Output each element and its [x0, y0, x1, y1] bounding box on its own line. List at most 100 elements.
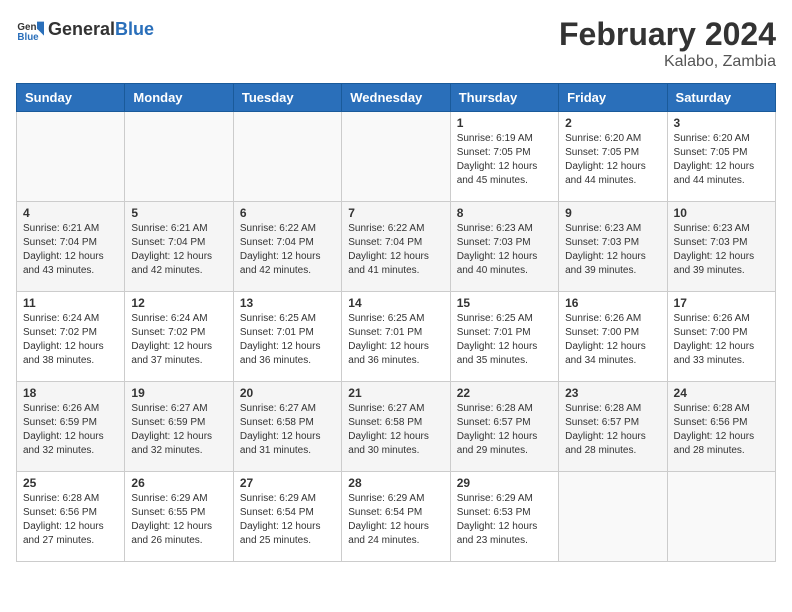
day-number: 8	[457, 206, 552, 220]
calendar-day-cell: 4Sunrise: 6:21 AM Sunset: 7:04 PM Daylig…	[17, 202, 125, 292]
month-year-title: February 2024	[559, 16, 776, 53]
logo: General Blue GeneralBlue	[16, 16, 154, 44]
day-sun-info: Sunrise: 6:29 AM Sunset: 6:54 PM Dayligh…	[348, 492, 443, 548]
day-number: 9	[565, 206, 660, 220]
day-number: 25	[23, 476, 118, 490]
calendar-week-row: 18Sunrise: 6:26 AM Sunset: 6:59 PM Dayli…	[17, 382, 776, 472]
day-sun-info: Sunrise: 6:23 AM Sunset: 7:03 PM Dayligh…	[674, 222, 769, 278]
day-sun-info: Sunrise: 6:28 AM Sunset: 6:56 PM Dayligh…	[23, 492, 118, 548]
day-number: 7	[348, 206, 443, 220]
calendar-header-row: SundayMondayTuesdayWednesdayThursdayFrid…	[17, 84, 776, 112]
calendar-day-cell: 10Sunrise: 6:23 AM Sunset: 7:03 PM Dayli…	[667, 202, 775, 292]
calendar-day-cell: 6 Sunrise: 6:22 AM Sunset: 7:04 PM Daylig…	[233, 202, 341, 292]
day-number: 28	[348, 476, 443, 490]
day-sun-info: Sunrise: 6:27 AM Sunset: 6:58 PM Dayligh…	[240, 402, 335, 458]
day-sun-info: Sunrise: 6:22 AM Sunset: 7:04 PM Dayligh…	[348, 222, 443, 278]
day-sun-info: Sunrise: 6:25 AM Sunset: 7:01 PM Dayligh…	[348, 312, 443, 368]
day-sun-info: Sunrise: 6:29 AM Sunset: 6:53 PM Dayligh…	[457, 492, 552, 548]
calendar-day-cell: 7 Sunrise: 6:22 AM Sunset: 7:04 PM Daylig…	[342, 202, 450, 292]
day-of-week-header: Thursday	[450, 84, 558, 112]
calendar-day-cell: 26Sunrise: 6:29 AM Sunset: 6:55 PM Dayli…	[125, 472, 233, 562]
day-number: 13	[240, 296, 335, 310]
day-sun-info: Sunrise: 6:23 AM Sunset: 7:03 PM Dayligh…	[565, 222, 660, 278]
day-sun-info: Sunrise: 6:19 AM Sunset: 7:05 PM Dayligh…	[457, 132, 552, 188]
calendar-day-cell: 5Sunrise: 6:21 AM Sunset: 7:04 PM Daylig…	[125, 202, 233, 292]
calendar-day-cell: 19 Sunrise: 6:27 AM Sunset: 6:59 PM Dayli…	[125, 382, 233, 472]
calendar-day-cell: 11 Sunrise: 6:24 AM Sunset: 7:02 PM Dayli…	[17, 292, 125, 382]
title-area: February 2024 Kalabo, Zambia	[559, 16, 776, 71]
day-sun-info: Sunrise: 6:21 AM Sunset: 7:04 PM Dayligh…	[23, 222, 118, 278]
calendar-day-cell: 28 Sunrise: 6:29 AM Sunset: 6:54 PM Dayli…	[342, 472, 450, 562]
calendar-day-cell: 9 Sunrise: 6:23 AM Sunset: 7:03 PM Daylig…	[559, 202, 667, 292]
location-label: Kalabo, Zambia	[559, 53, 776, 71]
day-number: 1	[457, 116, 552, 130]
day-number: 2	[565, 116, 660, 130]
calendar-day-cell: 22Sunrise: 6:28 AM Sunset: 6:57 PM Dayli…	[450, 382, 558, 472]
calendar-day-cell: 2 Sunrise: 6:20 AM Sunset: 7:05 PM Daylig…	[559, 112, 667, 202]
calendar-day-cell	[342, 112, 450, 202]
calendar-week-row: 11 Sunrise: 6:24 AM Sunset: 7:02 PM Dayli…	[17, 292, 776, 382]
day-sun-info: Sunrise: 6:29 AM Sunset: 6:54 PM Dayligh…	[240, 492, 335, 548]
day-number: 17	[674, 296, 769, 310]
calendar-week-row: 1 Sunrise: 6:19 AM Sunset: 7:05 PM Daylig…	[17, 112, 776, 202]
day-number: 29	[457, 476, 552, 490]
day-sun-info: Sunrise: 6:27 AM Sunset: 6:58 PM Dayligh…	[348, 402, 443, 458]
day-of-week-header: Monday	[125, 84, 233, 112]
day-sun-info: Sunrise: 6:28 AM Sunset: 6:56 PM Dayligh…	[674, 402, 769, 458]
day-sun-info: Sunrise: 6:26 AM Sunset: 7:00 PM Dayligh…	[674, 312, 769, 368]
calendar-day-cell: 16Sunrise: 6:26 AM Sunset: 7:00 PM Dayli…	[559, 292, 667, 382]
calendar-day-cell: 25 Sunrise: 6:28 AM Sunset: 6:56 PM Dayli…	[17, 472, 125, 562]
day-number: 19	[131, 386, 226, 400]
calendar-day-cell	[667, 472, 775, 562]
calendar-day-cell: 13 Sunrise: 6:25 AM Sunset: 7:01 PM Dayli…	[233, 292, 341, 382]
calendar-day-cell: 24 Sunrise: 6:28 AM Sunset: 6:56 PM Dayli…	[667, 382, 775, 472]
day-number: 14	[348, 296, 443, 310]
day-sun-info: Sunrise: 6:24 AM Sunset: 7:02 PM Dayligh…	[23, 312, 118, 368]
calendar-day-cell: 3 Sunrise: 6:20 AM Sunset: 7:05 PM Daylig…	[667, 112, 775, 202]
calendar-day-cell: 1 Sunrise: 6:19 AM Sunset: 7:05 PM Daylig…	[450, 112, 558, 202]
calendar-day-cell: 27Sunrise: 6:29 AM Sunset: 6:54 PM Dayli…	[233, 472, 341, 562]
calendar-day-cell: 29 Sunrise: 6:29 AM Sunset: 6:53 PM Dayli…	[450, 472, 558, 562]
svg-text:Blue: Blue	[17, 32, 39, 43]
calendar-day-cell: 18Sunrise: 6:26 AM Sunset: 6:59 PM Dayli…	[17, 382, 125, 472]
day-number: 15	[457, 296, 552, 310]
calendar-table: SundayMondayTuesdayWednesdayThursdayFrid…	[16, 83, 776, 562]
day-sun-info: Sunrise: 6:24 AM Sunset: 7:02 PM Dayligh…	[131, 312, 226, 368]
calendar-week-row: 25 Sunrise: 6:28 AM Sunset: 6:56 PM Dayli…	[17, 472, 776, 562]
calendar-day-cell: 21 Sunrise: 6:27 AM Sunset: 6:58 PM Dayli…	[342, 382, 450, 472]
calendar-day-cell	[559, 472, 667, 562]
day-number: 22	[457, 386, 552, 400]
day-of-week-header: Friday	[559, 84, 667, 112]
calendar-day-cell: 8Sunrise: 6:23 AM Sunset: 7:03 PM Daylig…	[450, 202, 558, 292]
day-sun-info: Sunrise: 6:22 AM Sunset: 7:04 PM Dayligh…	[240, 222, 335, 278]
day-sun-info: Sunrise: 6:26 AM Sunset: 7:00 PM Dayligh…	[565, 312, 660, 368]
day-sun-info: Sunrise: 6:28 AM Sunset: 6:57 PM Dayligh…	[565, 402, 660, 458]
day-sun-info: Sunrise: 6:20 AM Sunset: 7:05 PM Dayligh…	[565, 132, 660, 188]
day-number: 6	[240, 206, 335, 220]
logo-icon: General Blue	[16, 16, 44, 44]
day-number: 24	[674, 386, 769, 400]
day-of-week-header: Tuesday	[233, 84, 341, 112]
calendar-day-cell: 12 Sunrise: 6:24 AM Sunset: 7:02 PM Dayli…	[125, 292, 233, 382]
day-sun-info: Sunrise: 6:27 AM Sunset: 6:59 PM Dayligh…	[131, 402, 226, 458]
calendar-day-cell: 23 Sunrise: 6:28 AM Sunset: 6:57 PM Dayli…	[559, 382, 667, 472]
logo-general: General	[48, 20, 115, 40]
day-number: 11	[23, 296, 118, 310]
day-number: 21	[348, 386, 443, 400]
day-number: 18	[23, 386, 118, 400]
day-number: 12	[131, 296, 226, 310]
day-number: 3	[674, 116, 769, 130]
day-sun-info: Sunrise: 6:21 AM Sunset: 7:04 PM Dayligh…	[131, 222, 226, 278]
day-number: 26	[131, 476, 226, 490]
logo-blue: Blue	[115, 20, 154, 40]
day-sun-info: Sunrise: 6:25 AM Sunset: 7:01 PM Dayligh…	[457, 312, 552, 368]
day-number: 23	[565, 386, 660, 400]
day-of-week-header: Saturday	[667, 84, 775, 112]
calendar-day-cell: 20 Sunrise: 6:27 AM Sunset: 6:58 PM Dayli…	[233, 382, 341, 472]
day-number: 20	[240, 386, 335, 400]
calendar-day-cell: 15 Sunrise: 6:25 AM Sunset: 7:01 PM Dayli…	[450, 292, 558, 382]
day-sun-info: Sunrise: 6:20 AM Sunset: 7:05 PM Dayligh…	[674, 132, 769, 188]
calendar-day-cell	[17, 112, 125, 202]
day-sun-info: Sunrise: 6:25 AM Sunset: 7:01 PM Dayligh…	[240, 312, 335, 368]
calendar-week-row: 4Sunrise: 6:21 AM Sunset: 7:04 PM Daylig…	[17, 202, 776, 292]
